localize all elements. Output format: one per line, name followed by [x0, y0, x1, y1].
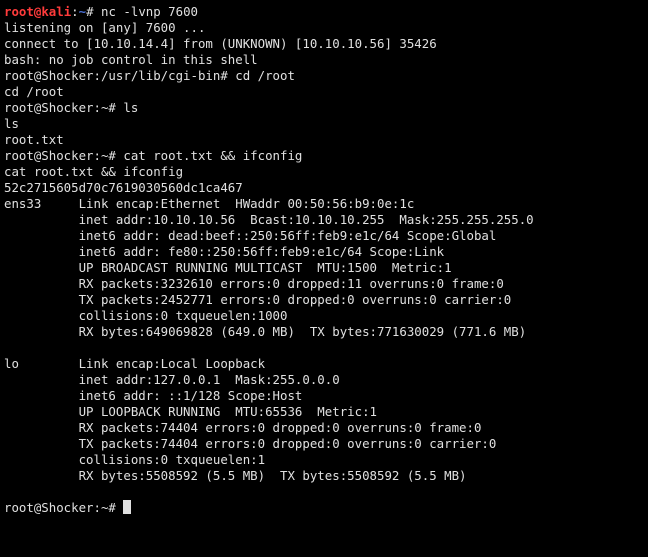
output-line: TX packets:2452771 errors:0 dropped:0 ov… — [4, 292, 511, 307]
terminal[interactable]: root@kali:~# nc -lvnp 7600 listening on … — [0, 0, 648, 557]
output-line: lo Link encap:Local Loopback — [4, 356, 280, 371]
output-line: root@Shocker:/usr/lib/cgi-bin# cd /root — [4, 68, 295, 83]
output-line: RX packets:74404 errors:0 dropped:0 over… — [4, 420, 481, 435]
output-line: TX packets:74404 errors:0 dropped:0 over… — [4, 436, 496, 451]
output-line: collisions:0 txqueuelen:1 — [4, 452, 273, 467]
output-line: UP BROADCAST RUNNING MULTICAST MTU:1500 … — [4, 260, 452, 275]
output-line: UP LOOPBACK RUNNING MTU:65536 Metric:1 — [4, 404, 377, 419]
output-line — [4, 340, 11, 355]
output-line: ens33 Link encap:Ethernet HWaddr 00:50:5… — [4, 196, 429, 211]
output-line: bash: no job control in this shell — [4, 52, 258, 67]
cursor-icon — [123, 500, 131, 514]
output-line: RX bytes:5508592 (5.5 MB) TX bytes:55085… — [4, 468, 467, 483]
prompt-user: root — [4, 4, 34, 19]
prompt-hash: # — [86, 4, 93, 19]
prompt-host: kali — [41, 4, 71, 19]
output-line: ls — [4, 116, 19, 131]
cmd-text: nc -lvnp 7600 — [94, 4, 198, 19]
prompt-sep: : — [71, 4, 78, 19]
output-line: RX packets:3232610 errors:0 dropped:11 o… — [4, 276, 504, 291]
output-line: connect to [10.10.14.4] from (UNKNOWN) [… — [4, 36, 437, 51]
output-line: root@Shocker:~# cat root.txt && ifconfig — [4, 148, 302, 163]
output-line: inet6 addr: fe80::250:56ff:feb9:e1c/64 S… — [4, 244, 444, 259]
output-line: inet addr:127.0.0.1 Mask:255.0.0.0 — [4, 372, 340, 387]
output-line: root@Shocker:~# ls — [4, 100, 138, 115]
output-line: cd /root — [4, 84, 64, 99]
final-prompt: root@Shocker:~# — [4, 500, 123, 515]
prompt-path: ~ — [79, 4, 86, 19]
output-line: inet addr:10.10.10.56 Bcast:10.10.10.255… — [4, 212, 534, 227]
output-line: root.txt — [4, 132, 64, 147]
output-line: listening on [any] 7600 ... — [4, 20, 205, 35]
output-line: collisions:0 txqueuelen:1000 — [4, 308, 295, 323]
output-line: RX bytes:649069828 (649.0 MB) TX bytes:7… — [4, 324, 526, 339]
output-line: inet6 addr: dead:beef::250:56ff:feb9:e1c… — [4, 228, 496, 243]
output-line: cat root.txt && ifconfig — [4, 164, 183, 179]
prompt-line: root@kali:~# nc -lvnp 7600 — [4, 4, 198, 19]
output-line: 52c2715605d70c7619030560dc1ca467 — [4, 180, 243, 195]
output-line — [4, 484, 11, 499]
output-line: inet6 addr: ::1/128 Scope:Host — [4, 388, 302, 403]
